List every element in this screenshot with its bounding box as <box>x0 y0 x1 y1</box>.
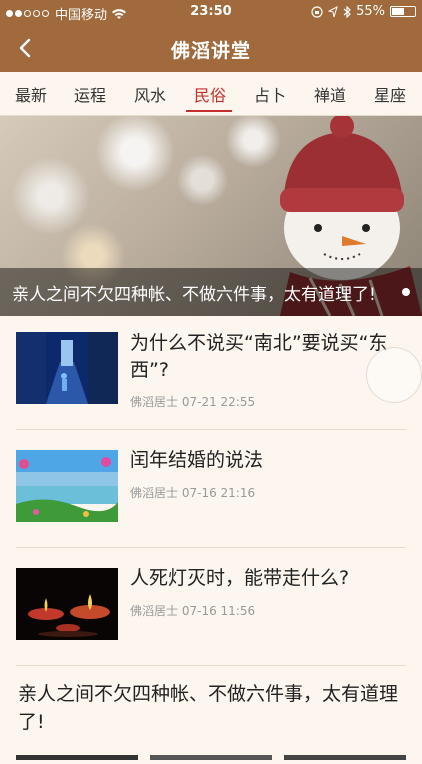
tab-fengshui[interactable]: 风水 <box>134 82 166 106</box>
active-tab-indicator <box>186 110 232 112</box>
floating-button[interactable] <box>366 347 422 403</box>
article-meta: 佛滔居士 07-16 11:56 <box>130 602 255 619</box>
article-item[interactable]: 闰年结婚的说法 佛滔居士 07-16 21:16 <box>0 430 422 548</box>
article-date: 07-16 11:56 <box>181 604 256 618</box>
article-item[interactable]: 为什么不说买“南北”要说买“东西”? 佛滔居士 07-21 22:55 <box>0 316 422 434</box>
article-author: 佛滔居士 <box>130 604 179 618</box>
featured-image-strip <box>0 745 422 760</box>
location-icon <box>328 5 338 17</box>
orientation-lock-icon <box>311 5 323 18</box>
banner-caption[interactable]: 亲人之间不欠四种帐、不做六件事，太有道理了! <box>0 268 422 316</box>
article-thumbnail-lake <box>16 450 118 522</box>
status-bar: 中国移动 23:50 55% <box>0 0 422 24</box>
battery-percent: 55% <box>356 4 385 19</box>
article-meta: 佛滔居士 07-21 22:55 <box>130 393 255 410</box>
article-meta: 佛滔居士 07-16 21:16 <box>130 484 255 501</box>
divider <box>16 665 406 666</box>
status-right: 55% <box>311 4 416 19</box>
article-date: 07-21 22:55 <box>181 395 256 409</box>
article-title[interactable]: 人死灯灭时，能带走什么? <box>130 565 400 592</box>
article-title[interactable]: 闰年结婚的说法 <box>130 447 400 474</box>
article-date: 07-16 21:16 <box>181 486 256 500</box>
banner-page-indicator <box>402 288 410 296</box>
tab-fortune[interactable]: 运程 <box>74 82 106 106</box>
featured-article-title[interactable]: 亲人之间不欠四种帐、不做六件事，太有道理了! <box>18 680 404 736</box>
tab-horoscope[interactable]: 星座 <box>374 82 406 106</box>
bluetooth-icon <box>343 5 351 18</box>
article-author: 佛滔居士 <box>130 486 179 500</box>
article-thumbnail-alley <box>16 332 118 404</box>
tab-zen[interactable]: 禅道 <box>314 82 346 106</box>
tab-latest[interactable]: 最新 <box>15 82 47 106</box>
article-thumbnail-lanterns <box>16 568 118 640</box>
article-title[interactable]: 为什么不说买“南北”要说买“东西”? <box>130 330 400 384</box>
category-tabs: 最新 运程 风水 民俗 占卜 禅道 星座 <box>0 72 422 116</box>
tab-divination[interactable]: 占卜 <box>254 82 286 106</box>
nav-bar: 佛滔讲堂 <box>0 24 422 72</box>
article-author: 佛滔居士 <box>130 395 179 409</box>
tab-folk-customs[interactable]: 民俗 <box>194 82 226 106</box>
article-item[interactable]: 人死灯灭时，能带走什么? 佛滔居士 07-16 11:56 <box>0 548 422 666</box>
page-title: 佛滔讲堂 <box>170 40 251 62</box>
battery-icon <box>390 6 416 17</box>
